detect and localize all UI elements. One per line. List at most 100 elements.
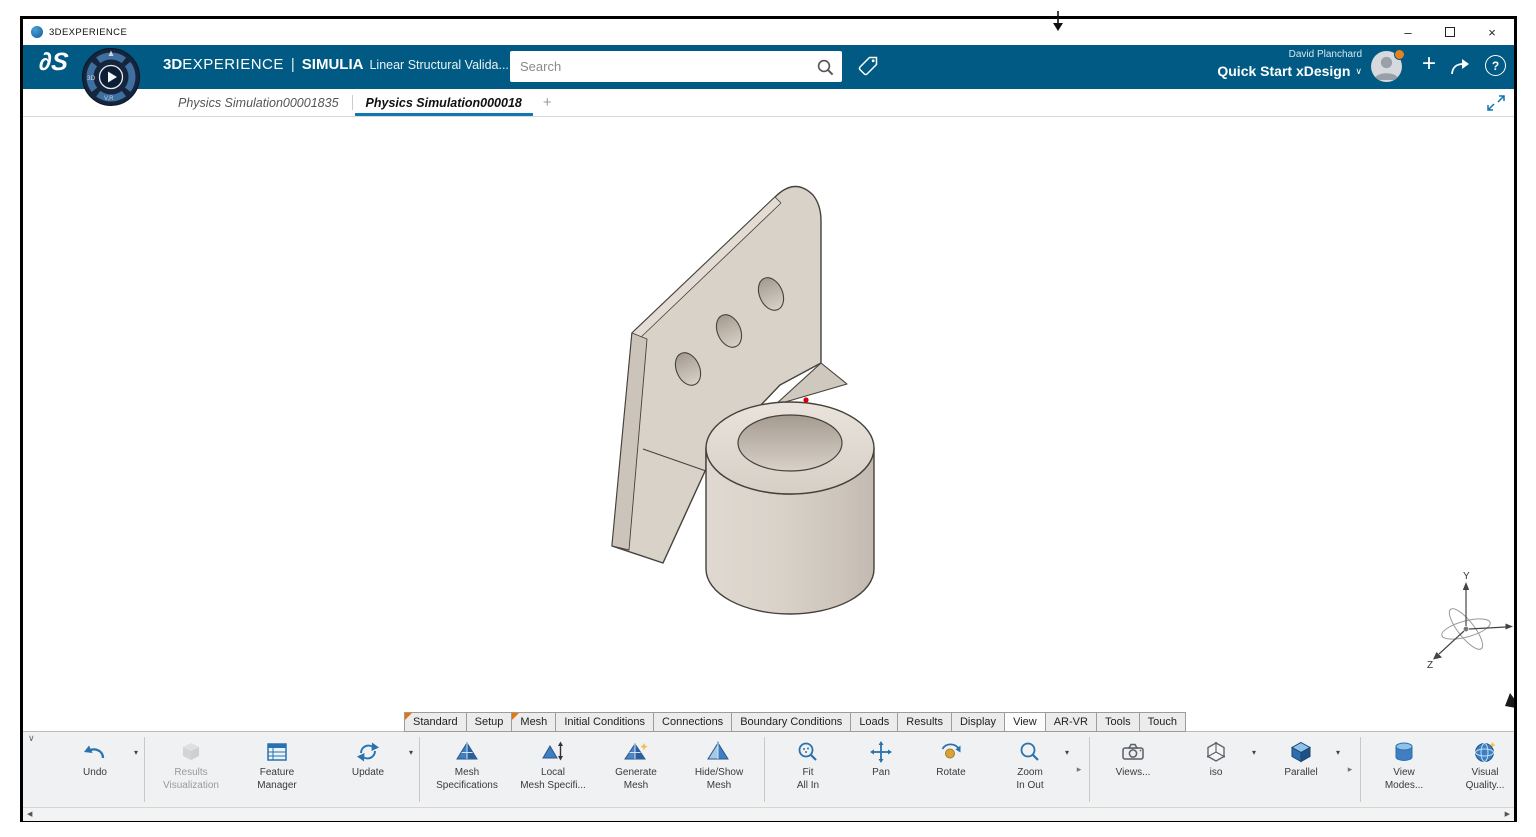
results-visualization-button: ResultsVisualization <box>148 732 234 807</box>
modified-flag-icon <box>405 713 412 720</box>
close-button[interactable]: × <box>1484 26 1500 39</box>
minimize-button[interactable]: – <box>1400 26 1416 39</box>
update-button[interactable]: ▾ Update <box>320 732 416 807</box>
ribbon-tab-setup[interactable]: Setup <box>466 712 513 732</box>
parallel-view-button[interactable]: ▾ Parallel <box>1259 732 1343 807</box>
mesh-specifications-icon <box>455 738 479 765</box>
group-separator <box>419 737 420 802</box>
ribbon-tab-display[interactable]: Display <box>951 712 1005 732</box>
pan-button[interactable]: Pan <box>848 732 914 807</box>
brand-3d: 3D <box>163 56 182 73</box>
ribbon-tab-results[interactable]: Results <box>897 712 952 732</box>
add-content-button[interactable]: + <box>1422 50 1436 79</box>
horizontal-scrollbar[interactable]: ◀ ▶ <box>23 807 1514 821</box>
doc-tab-2-label: Physics Simulation000018 <box>366 96 522 110</box>
group-separator <box>144 737 145 802</box>
parallel-dropdown-caret[interactable]: ▾ <box>1336 748 1340 757</box>
ribbon-tab-tools[interactable]: Tools <box>1096 712 1140 732</box>
undo-dropdown-caret[interactable]: ▾ <box>134 748 138 757</box>
local-mesh-specification-button[interactable]: LocalMesh Specifi... <box>511 732 595 807</box>
visual-quality-icon <box>1473 738 1497 765</box>
app-window: 3DEXPERIENCE – × ∂S 3DEXPERIENCE | SIMULIA… <box>20 16 1517 822</box>
pan-icon <box>869 738 893 765</box>
search-input[interactable] <box>510 59 816 74</box>
axis-y-label: Y <box>1463 571 1470 582</box>
model-3d-bracket[interactable] <box>612 186 874 614</box>
collapse-actionbar-button[interactable]: ∨ <box>28 733 35 744</box>
mesh-specifications-button[interactable]: MeshSpecifications <box>423 732 511 807</box>
scroll-right-button[interactable]: ▶ <box>1505 810 1510 818</box>
viewport-3d[interactable]: Y X Z <box>23 117 1514 708</box>
ribbon-tab-mesh[interactable]: Mesh <box>511 712 556 732</box>
ribbon-tab-initial-conditions[interactable]: Initial Conditions <box>555 712 654 732</box>
action-bar: ∨ ▾ Undo ResultsVisualization <box>23 731 1514 807</box>
zoom-in-out-icon <box>1018 738 1042 765</box>
group-separator <box>1089 737 1090 802</box>
fit-all-in-icon <box>796 738 820 765</box>
generate-mesh-button[interactable]: GenerateMesh <box>595 732 677 807</box>
search-box[interactable] <box>510 51 842 82</box>
svg-text:3D: 3D <box>87 75 96 82</box>
cylinder-bore <box>738 415 842 471</box>
undo-button[interactable]: ▾ Undo <box>49 732 141 807</box>
svg-text:V,R: V,R <box>104 96 114 102</box>
doc-tab-1-label: Physics Simulation00001835 <box>178 96 339 110</box>
corner-mark <box>1505 693 1514 708</box>
ribbon-tab-standard[interactable]: Standard <box>404 712 467 732</box>
update-dropdown-caret[interactable]: ▾ <box>409 748 413 757</box>
hide-show-mesh-icon <box>707 738 731 765</box>
iso-view-button[interactable]: ▾ iso <box>1173 732 1259 807</box>
iso-dropdown-caret[interactable]: ▾ <box>1252 748 1256 757</box>
window-controls: – × <box>1400 26 1506 39</box>
group-separator <box>764 737 765 802</box>
more-tools-expander[interactable]: ▸ <box>1072 732 1086 807</box>
feature-manager-button[interactable]: FeatureManager <box>234 732 320 807</box>
avatar[interactable] <box>1371 51 1402 82</box>
maximize-button[interactable] <box>1442 26 1458 39</box>
3d-compass[interactable]: 3D V,R <box>81 47 141 107</box>
zoom-in-out-button[interactable]: ▾ ZoomIn Out <box>988 732 1072 807</box>
view-modes-button[interactable]: ViewModes... <box>1364 732 1444 807</box>
help-button[interactable]: ? <box>1485 55 1506 76</box>
help-label: ? <box>1492 59 1499 73</box>
ribbon-tab-connections[interactable]: Connections <box>653 712 732 732</box>
doc-tab-2-active[interactable]: Physics Simulation000018 <box>353 89 535 116</box>
window-title: 3DEXPERIENCE <box>49 27 127 38</box>
top-bar: ∂S 3DEXPERIENCE|SIMULIALinear Structural… <box>23 45 1514 89</box>
maximize-icon <box>1445 27 1455 37</box>
document-tab-bar: Physics Simulation00001835 Physics Simul… <box>23 89 1514 117</box>
more-tools-expander[interactable]: ▸ <box>1343 732 1357 807</box>
tag-button[interactable] <box>856 54 880 85</box>
iso-cube-icon <box>1204 738 1228 765</box>
brand-divider: | <box>291 56 295 73</box>
views-button[interactable]: Views... <box>1093 732 1173 807</box>
new-tab-button[interactable]: + <box>543 89 552 116</box>
brand-app: SIMULIA <box>302 56 364 73</box>
hide-show-mesh-button[interactable]: Hide/ShowMesh <box>677 732 761 807</box>
vertex-marker-red <box>803 397 808 402</box>
zoom-dropdown-caret[interactable]: ▾ <box>1065 748 1069 757</box>
generate-mesh-icon <box>624 738 648 765</box>
ribbon-tab-loads[interactable]: Loads <box>850 712 898 732</box>
axis-z-label: Z <box>1427 660 1433 671</box>
rotate-button[interactable]: Rotate <box>914 732 988 807</box>
fit-all-in-button[interactable]: FitAll In <box>768 732 848 807</box>
ribbon-tab-boundary-conditions[interactable]: Boundary Conditions <box>731 712 851 732</box>
share-button[interactable] <box>1448 56 1472 83</box>
search-icon[interactable] <box>816 58 834 76</box>
scroll-left-button[interactable]: ◀ <box>27 810 32 818</box>
ribbon-tab-view[interactable]: View <box>1004 712 1046 732</box>
feature-manager-icon <box>265 738 289 765</box>
3ds-logo[interactable]: ∂S <box>37 48 69 77</box>
rotate-icon <box>939 738 963 765</box>
workspace-selector[interactable]: Quick Start xDesign ∨ <box>1217 63 1362 79</box>
expand-arrows-icon <box>1486 94 1506 112</box>
expand-window-button[interactable] <box>1486 89 1506 116</box>
visual-quality-button[interactable]: VisualQuality... <box>1444 732 1526 807</box>
scene-svg[interactable]: Y X Z <box>23 117 1514 708</box>
doc-tab-1[interactable]: Physics Simulation00001835 <box>165 89 352 116</box>
axes-triad[interactable]: Y X Z <box>1427 571 1514 671</box>
ribbon-tab-ar-vr[interactable]: AR-VR <box>1045 712 1097 732</box>
title-bar: 3DEXPERIENCE – × <box>23 19 1514 45</box>
ribbon-tab-touch[interactable]: Touch <box>1139 712 1186 732</box>
